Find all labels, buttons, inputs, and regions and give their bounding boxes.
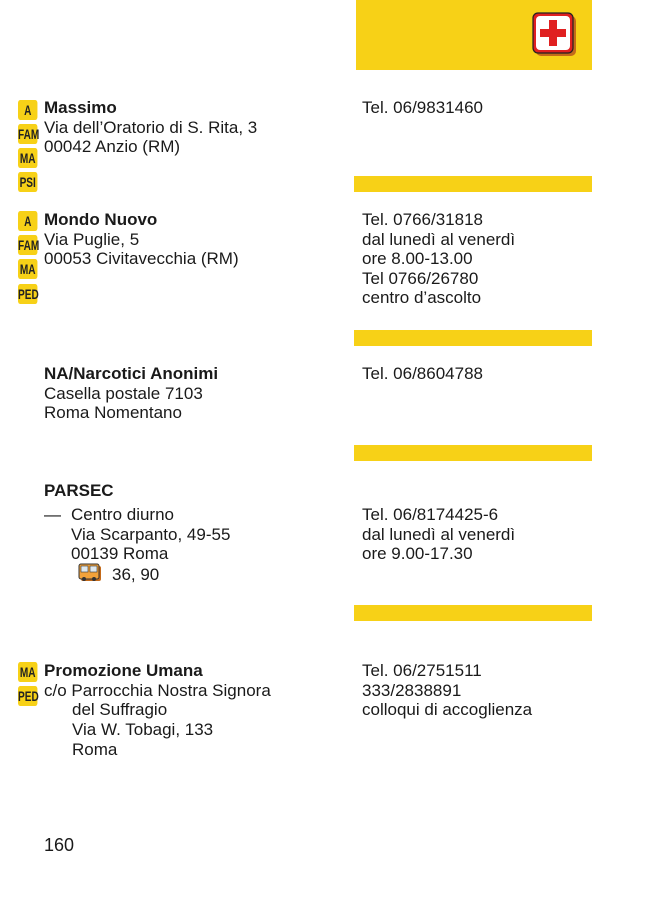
- entry-address-line: Roma Nomentano: [44, 403, 182, 423]
- separator-bar: [354, 330, 592, 346]
- bus-lines: 36, 90: [78, 563, 159, 588]
- entry-address-line: 00053 Civitavecchia (RM): [44, 249, 239, 269]
- entry-contact-line: Tel. 06/2751511: [362, 661, 482, 680]
- entry-address-line: del Suffragio: [72, 700, 168, 719]
- list-dash: —: [44, 505, 61, 524]
- entry-contact-line: ore 8.00-13.00: [362, 249, 473, 269]
- entry-name: NA/Narcotici Anonimi: [44, 364, 219, 383]
- entry-address-line: Via Scarpanto, 49-55: [71, 525, 231, 544]
- bus-icon: [78, 563, 102, 588]
- entry-contact-line: Tel 0766/26780: [362, 268, 479, 288]
- first-aid-icon: [532, 12, 578, 58]
- category-tag: MA: [18, 662, 38, 682]
- category-tag: PSI: [18, 172, 38, 192]
- entry-contact-line: ore 9.00-17.30: [362, 544, 473, 564]
- category-tag: MA: [18, 259, 38, 279]
- separator-bar: [354, 605, 592, 621]
- entry-name: PARSEC: [44, 481, 114, 500]
- entry-name: Massimo: [44, 98, 117, 117]
- category-tag: PED: [18, 284, 39, 304]
- entry-contact-line: dal lunedì al venerdì: [362, 229, 516, 249]
- entry-contact-line: Tel. 06/8174425-6: [362, 505, 499, 524]
- entry-contact-line: 333/2838891: [362, 680, 462, 700]
- category-tag: MA: [18, 148, 38, 168]
- separator-bar: [354, 176, 592, 192]
- separator-bar: [354, 445, 592, 461]
- entry-name: Promozione Umana: [44, 661, 203, 680]
- entry-contact-line: dal lunedì al venerdì: [362, 524, 516, 544]
- entry-address-line: Casella postale 7103: [44, 383, 203, 403]
- page-number: 160: [44, 835, 75, 855]
- entry-contact-line: colloqui di accoglienza: [362, 700, 533, 720]
- category-tag: FAM: [18, 124, 40, 144]
- category-tag: A: [18, 100, 38, 120]
- entry-address-line: Roma: [72, 740, 118, 759]
- entry-address-line: Via W. Tobagi, 133: [72, 720, 214, 739]
- entry-contact-line: Tel. 06/8604788: [362, 364, 483, 383]
- entry-contact-line: centro d’ascolto: [362, 288, 482, 308]
- entry-address-line: Via Puglie, 5: [44, 229, 140, 249]
- entry-address-line: c/o Parrocchia Nostra Signora: [44, 681, 271, 700]
- category-tag: PED: [18, 686, 39, 706]
- category-tag: FAM: [18, 235, 40, 255]
- entry-address-line: 00139 Roma: [71, 544, 169, 563]
- entry-name: Mondo Nuovo: [44, 210, 158, 229]
- entry-address-line: Via dell’Oratorio di S. Rita, 3: [44, 117, 258, 137]
- entry-address-line: 00042 Anzio (RM): [44, 137, 181, 157]
- entry-contact-line: Tel. 06/9831460: [362, 98, 483, 117]
- category-tag: A: [18, 211, 38, 231]
- entry-contact-line: Tel. 0766/31818: [362, 210, 483, 229]
- entry-address-line: Centro diurno: [71, 505, 175, 524]
- bus-line-numbers: 36, 90: [112, 565, 160, 584]
